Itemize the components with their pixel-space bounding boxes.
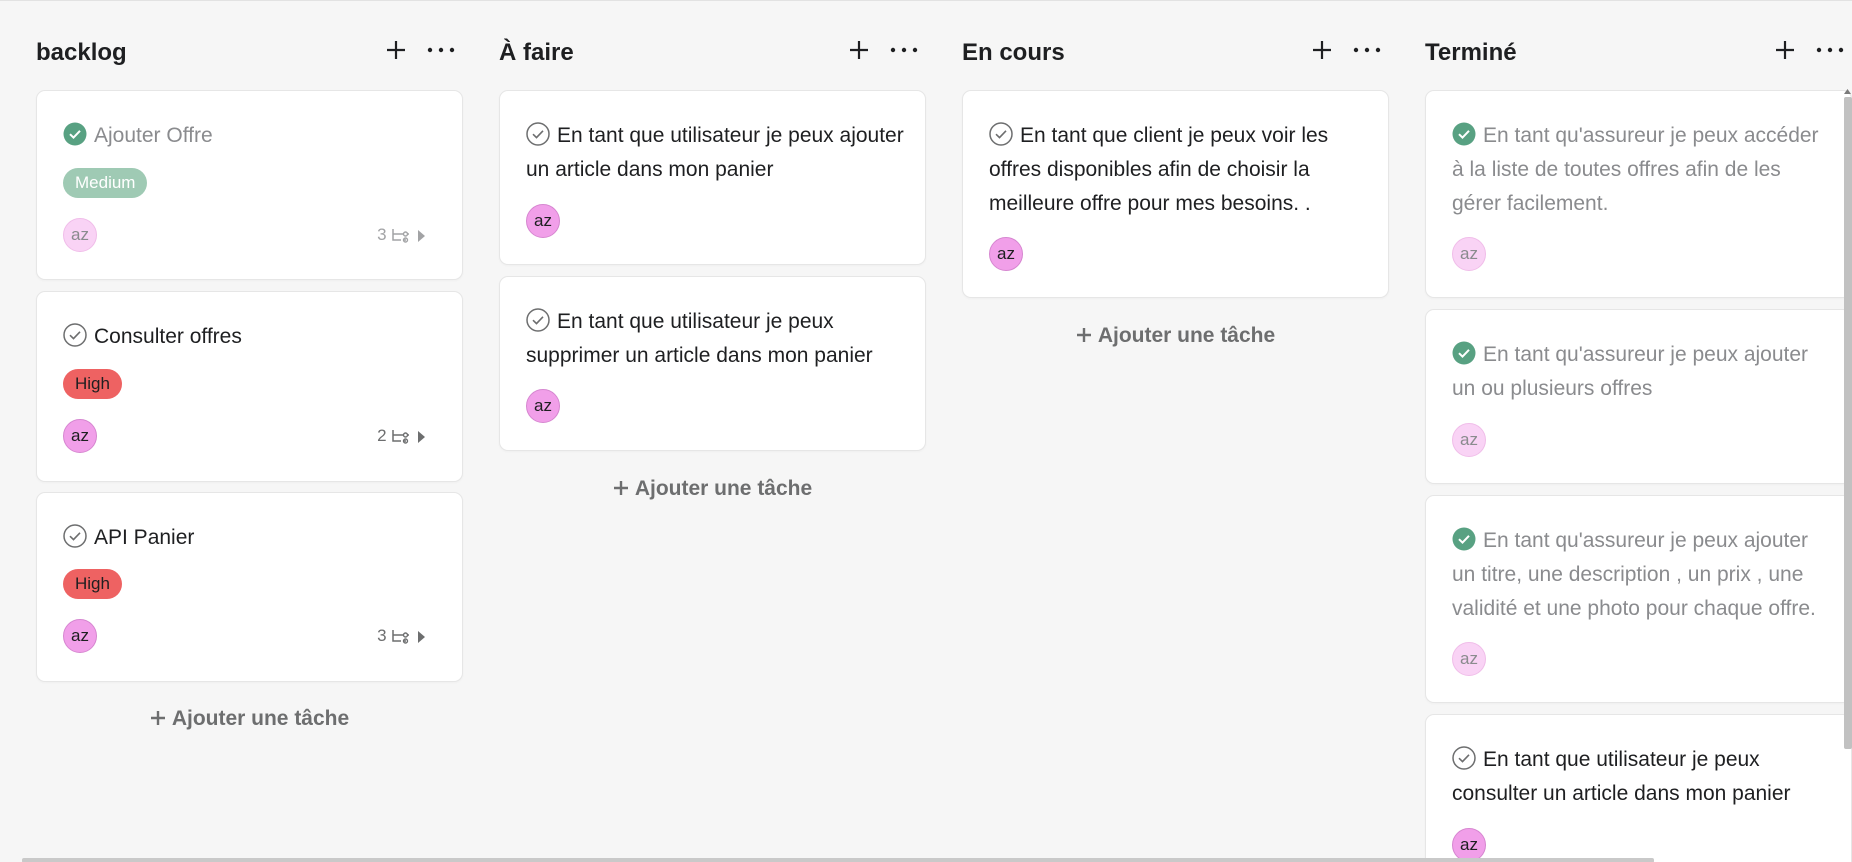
column-title: À faire [499,39,574,66]
task-title-text: En tant qu'assureur je peux ajouter un t… [1452,529,1816,620]
scroll-up-arrow-icon[interactable] [1843,87,1852,95]
column-title: backlog [36,39,127,66]
task-title: En tant que utilisateur je peux supprime… [526,305,906,373]
check-circle-icon[interactable] [1452,341,1476,365]
add-task-label: Ajouter une tâche [1097,324,1276,347]
task-title: Ajouter Offre [63,119,443,153]
subtasks-count[interactable]: 3 [377,223,426,247]
add-task-button[interactable]: Ajouter une tâche [962,324,1389,348]
assignee-avatar[interactable]: az [1452,423,1486,457]
check-circle-icon[interactable] [526,308,550,332]
task-title: API Panier [63,521,443,555]
add-task-plus-icon[interactable] [1307,35,1337,65]
task-card[interactable]: En tant qu'assureur je peux accéder à la… [1425,90,1852,298]
caret-right-icon [418,230,425,242]
task-card[interactable]: En tant que utilisateur je peux ajouter … [499,90,926,265]
task-card[interactable]: En tant qu'assureur je peux ajouter un t… [1425,495,1852,703]
task-card[interactable]: Ajouter Offre Medium az 3 [36,90,463,280]
task-title-text: En tant que utilisateur je peux supprime… [526,310,873,367]
assignee-avatar[interactable]: az [526,389,560,423]
check-circle-icon[interactable] [989,122,1013,146]
horizontal-scrollbar[interactable] [22,858,1654,862]
vertical-scrollbar[interactable] [1844,97,1852,749]
more-options-icon[interactable] [424,35,458,65]
check-circle-icon[interactable] [63,122,87,146]
task-card[interactable]: API Panier High az 3 [36,492,463,682]
assignee-avatar[interactable]: az [63,419,97,453]
priority-tag: Medium [63,168,148,198]
add-task-plus-icon[interactable] [844,35,874,65]
more-options-icon[interactable] [1350,35,1384,65]
task-title-text: En tant que utilisateur je peux ajouter … [526,124,904,181]
more-options-icon[interactable] [1813,35,1847,65]
task-title-text: En tant qu'assureur je peux accéder à la… [1452,124,1819,215]
task-card[interactable]: En tant qu'assureur je peux ajouter un o… [1425,309,1852,484]
task-title: En tant qu'assureur je peux accéder à la… [1452,119,1832,221]
task-title: En tant que utilisateur je peux consulte… [1452,743,1832,811]
assignee-avatar[interactable]: az [63,218,97,252]
subtasks-count[interactable]: 3 [377,624,426,648]
column-header: backlog [36,35,463,69]
subtasks-count-number: 3 [377,225,387,244]
check-circle-icon[interactable] [1452,122,1476,146]
task-title: En tant qu'assureur je peux ajouter un o… [1452,338,1832,406]
add-task-plus-icon[interactable] [1770,35,1800,65]
subtask-icon [392,430,410,444]
subtask-icon [392,229,410,243]
task-title: En tant que utilisateur je peux ajouter … [526,119,906,187]
check-circle-icon[interactable] [63,323,87,347]
column-header: Terminé [1425,35,1852,69]
assignee-avatar[interactable]: az [989,237,1023,271]
plus-icon [1076,328,1091,342]
task-card[interactable]: En tant que utilisateur je peux supprime… [499,276,926,451]
task-title-text: Consulter offres [94,325,242,348]
plus-icon [150,711,165,725]
task-card[interactable]: En tant que utilisateur je peux consulte… [1425,714,1852,862]
priority-tag: High [63,369,122,399]
add-task-button[interactable]: Ajouter une tâche [499,477,926,501]
subtasks-count-number: 3 [377,626,387,645]
task-title: En tant que client je peux voir les offr… [989,119,1369,221]
check-circle-icon[interactable] [1452,527,1476,551]
add-task-button[interactable]: Ajouter une tâche [36,707,463,731]
task-title: En tant qu'assureur je peux ajouter un t… [1452,524,1832,626]
column-header: En cours [962,35,1389,69]
assignee-avatar[interactable]: az [63,619,97,653]
subtasks-count[interactable]: 2 [377,424,426,448]
column-header: À faire [499,35,926,69]
assignee-avatar[interactable]: az [1452,237,1486,271]
priority-tag: High [63,569,122,599]
subtask-icon [392,630,410,644]
check-circle-icon[interactable] [63,524,87,548]
column-title: Terminé [1425,39,1517,66]
task-title-text: En tant que utilisateur je peux consulte… [1452,748,1791,805]
task-title: Consulter offres [63,320,443,354]
board: backlog Ajouter Offre Medium az 3 Consul… [0,0,1852,862]
column-title: En cours [962,39,1065,66]
caret-right-icon [418,631,425,643]
caret-right-icon [418,431,425,443]
add-task-label: Ajouter une tâche [634,477,813,500]
task-title-text: En tant que client je peux voir les offr… [989,124,1329,215]
task-title-text: API Panier [94,526,195,549]
subtasks-count-number: 2 [377,426,387,445]
add-task-label: Ajouter une tâche [171,707,350,730]
assignee-avatar[interactable]: az [1452,828,1486,862]
task-title-text: En tant qu'assureur je peux ajouter un o… [1452,343,1809,400]
more-options-icon[interactable] [887,35,921,65]
task-title-text: Ajouter Offre [94,124,213,147]
check-circle-icon[interactable] [526,122,550,146]
check-circle-icon[interactable] [1452,746,1476,770]
task-card[interactable]: En tant que client je peux voir les offr… [962,90,1389,298]
plus-icon [613,481,628,495]
assignee-avatar[interactable]: az [1452,642,1486,676]
add-task-plus-icon[interactable] [381,35,411,65]
task-card[interactable]: Consulter offres High az 2 [36,291,463,482]
assignee-avatar[interactable]: az [526,204,560,238]
